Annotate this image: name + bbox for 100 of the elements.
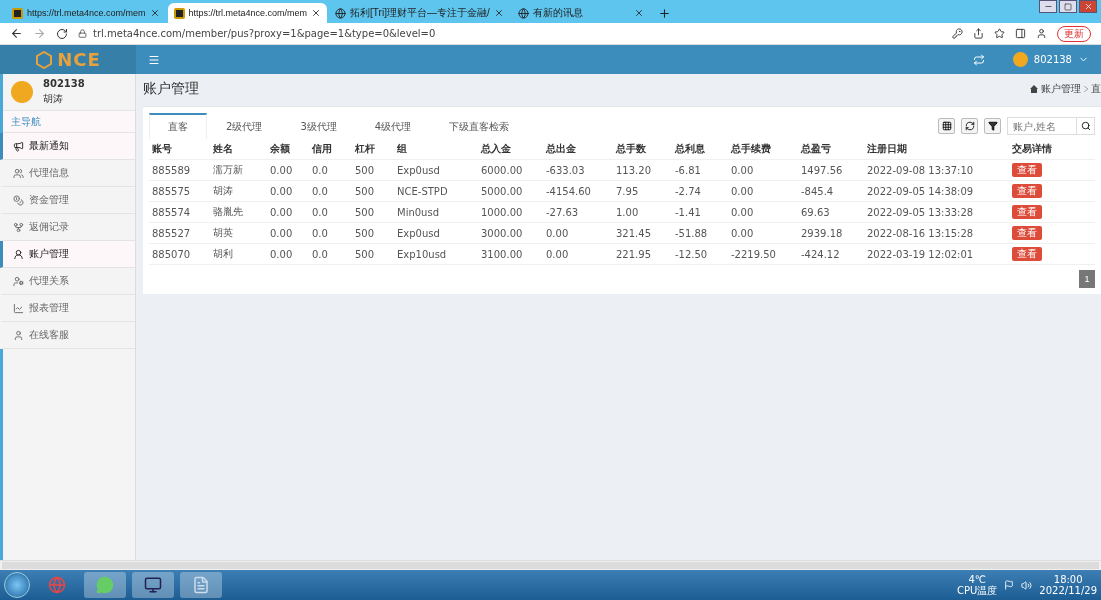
table-cell-text: 2939.18 (801, 227, 844, 239)
share-icon[interactable] (973, 28, 984, 39)
new-tab-icon[interactable] (657, 7, 671, 20)
browser-tab[interactable]: 有新的讯息 (511, 3, 650, 23)
logo-icon (35, 50, 54, 69)
page-button[interactable]: 1 (1079, 270, 1095, 288)
table-cell-text: 0.00 (731, 206, 755, 218)
table-cell-text: Exp10usd (397, 248, 448, 260)
table-cell-text: 3100.00 (481, 248, 524, 260)
browser-tab[interactable]: https://trl.meta4nce.com/mem (167, 3, 328, 23)
view-button[interactable]: 查看 (1012, 205, 1042, 219)
tab[interactable]: 2级代理 (207, 113, 282, 139)
globe-icon (335, 7, 347, 19)
table-cell-text: 0.00 (546, 227, 570, 239)
home-icon (1030, 85, 1038, 93)
table-cell-text: 0.00 (731, 164, 755, 176)
table-cell-text: 胡利 (213, 247, 234, 261)
user-name: 胡涛 (43, 92, 64, 106)
table-cell-text: 0.0 (312, 185, 329, 197)
table-cell-text: 5000.00 (481, 185, 524, 197)
breadcrumb-link[interactable]: 账户管理 (1041, 82, 1081, 96)
browser-tab[interactable]: https://trl.meta4nce.com/mem (6, 3, 166, 23)
close-icon[interactable] (149, 8, 160, 18)
column-header: 信用 (312, 142, 333, 156)
user-menu[interactable]: 802138 (1033, 54, 1072, 65)
tab[interactable]: 直客 (149, 113, 207, 139)
clock-date[interactable]: 2022/11/29 (1039, 585, 1097, 596)
table-cell-text: 0.00 (546, 248, 570, 260)
temperature: 4℃ (968, 574, 986, 585)
table-cell-text: 69.63 (801, 206, 831, 218)
table-cell-text: 321.45 (616, 227, 652, 239)
monitor-icon[interactable] (144, 576, 162, 594)
avatar-icon (11, 81, 33, 103)
close-icon[interactable] (493, 8, 504, 18)
table-cell-text: 0.0 (312, 227, 329, 239)
table-cell-text: 2022-09-05 14:38:09 (867, 185, 975, 197)
switch-icon[interactable] (972, 53, 985, 66)
view-button[interactable]: 查看 (1012, 184, 1042, 198)
side-panel-icon[interactable] (1015, 28, 1026, 39)
reload-icon[interactable] (56, 27, 68, 40)
star-icon[interactable] (994, 28, 1005, 39)
close-button[interactable] (1079, 0, 1097, 13)
column-header: 总入金 (481, 142, 512, 156)
table-cell-text: 500 (355, 206, 376, 218)
search-field[interactable]: 账户,姓名 (1007, 117, 1077, 135)
table-cell-text: 500 (355, 248, 376, 260)
table-cell-text: 500 (355, 164, 376, 176)
close-icon[interactable] (311, 8, 322, 18)
browser-tab[interactable]: 拓利[Tri]理财平台—专注于金融/ (329, 3, 510, 23)
back-icon[interactable] (10, 27, 23, 40)
view-button[interactable]: 查看 (1012, 163, 1042, 177)
start-button[interactable] (4, 572, 30, 598)
url-field[interactable]: trl.meta4nce.com/member/pus?proxy=1&page=1&type=0&level=0 (93, 28, 436, 39)
table-cell-text: -27.63 (546, 206, 580, 218)
table-cell-text: 2022-09-05 13:33:28 (867, 206, 975, 218)
coins-icon (13, 194, 24, 206)
table-cell-text: 113.20 (616, 164, 652, 176)
tab[interactable]: 3级代理 (281, 113, 356, 139)
nav-item[interactable]: 在线客服 (0, 322, 135, 349)
table-cell-text: -12.50 (675, 248, 709, 260)
megaphone-icon (13, 140, 24, 152)
table-cell-text: -4154.60 (546, 185, 592, 197)
table-cell-text: 0.00 (731, 185, 755, 197)
table-cell-text: -1.41 (675, 206, 702, 218)
table-cell-text: -6.81 (675, 164, 702, 176)
maximize-button[interactable] (1059, 0, 1077, 13)
table-cell-text: 骆胤先 (213, 205, 244, 219)
table-cell-text: 0.00 (270, 185, 294, 197)
tab[interactable]: 下级直客检索 (430, 113, 529, 139)
table-cell-text: -845.4 (801, 185, 835, 197)
close-icon[interactable] (633, 8, 644, 18)
volume-icon[interactable] (1021, 579, 1033, 591)
search-icon[interactable] (1080, 121, 1091, 131)
view-button[interactable]: 查看 (1012, 226, 1042, 240)
flag-icon[interactable] (1004, 580, 1015, 590)
nav-item[interactable]: 最新通知 (0, 133, 135, 160)
nav-item[interactable]: 代理关系 (0, 268, 135, 295)
table-cell-text: 885070 (152, 248, 192, 260)
minimize-button[interactable] (1039, 0, 1057, 13)
taskbar-button[interactable] (132, 572, 174, 598)
menu-icon[interactable] (148, 53, 160, 66)
maximize-icon[interactable] (1064, 2, 1072, 11)
nav-item[interactable]: 账户管理 (0, 241, 135, 268)
table-cell-text: 6000.00 (481, 164, 524, 176)
key-icon[interactable] (952, 28, 963, 39)
search-button[interactable] (1077, 117, 1095, 135)
nav-item[interactable]: 代理信息 (0, 160, 135, 187)
page-title: 账户管理 (143, 80, 199, 98)
table-cell-text: 1000.00 (481, 206, 524, 218)
update-button[interactable]: 更新 (1057, 25, 1091, 42)
horizontal-scrollbar[interactable] (0, 560, 1101, 570)
tab[interactable]: 4级代理 (355, 113, 431, 139)
column-header: 余额 (270, 142, 291, 156)
globe-icon (517, 7, 529, 19)
nav-item[interactable]: 返佣记录 (0, 214, 135, 241)
clock-time[interactable]: 18:00 (1053, 574, 1083, 585)
nav-item[interactable]: 报表管理 (0, 295, 135, 322)
profile-icon[interactable] (1036, 28, 1047, 39)
nav-item[interactable]: 资金管理 (0, 187, 135, 214)
view-button[interactable]: 查看 (1012, 247, 1042, 261)
